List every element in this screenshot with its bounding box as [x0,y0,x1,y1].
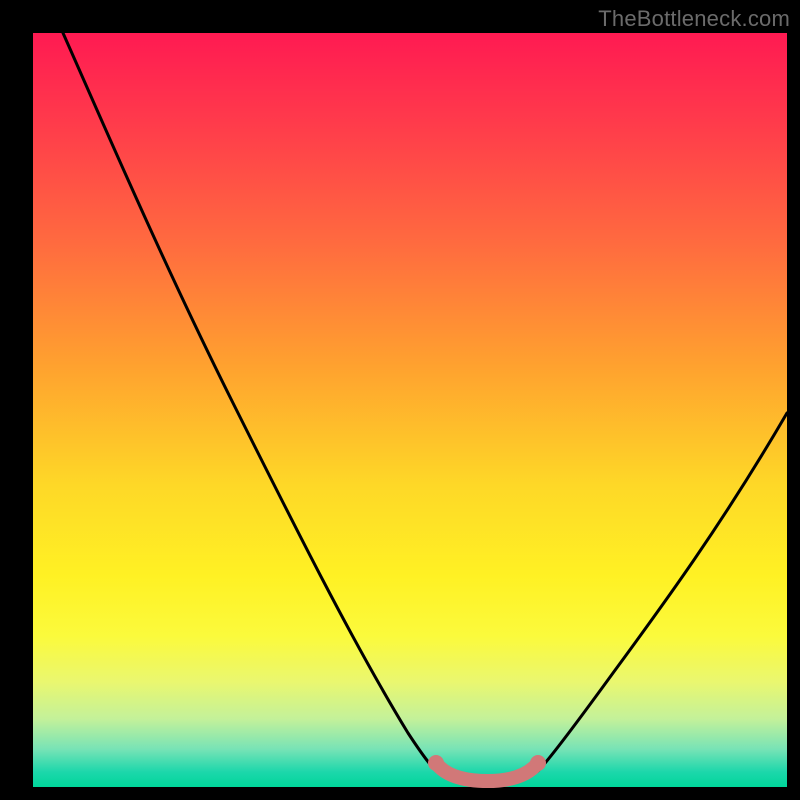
chart-frame: TheBottleneck.com [0,0,800,800]
watermark-text: TheBottleneck.com [598,6,790,32]
curve-plateau [436,763,538,781]
chart-svg [33,33,787,787]
plateau-endpoint-left [428,755,444,771]
curve-left [63,33,436,771]
plateau-endpoint-right [530,755,546,771]
curve-right [538,413,787,771]
